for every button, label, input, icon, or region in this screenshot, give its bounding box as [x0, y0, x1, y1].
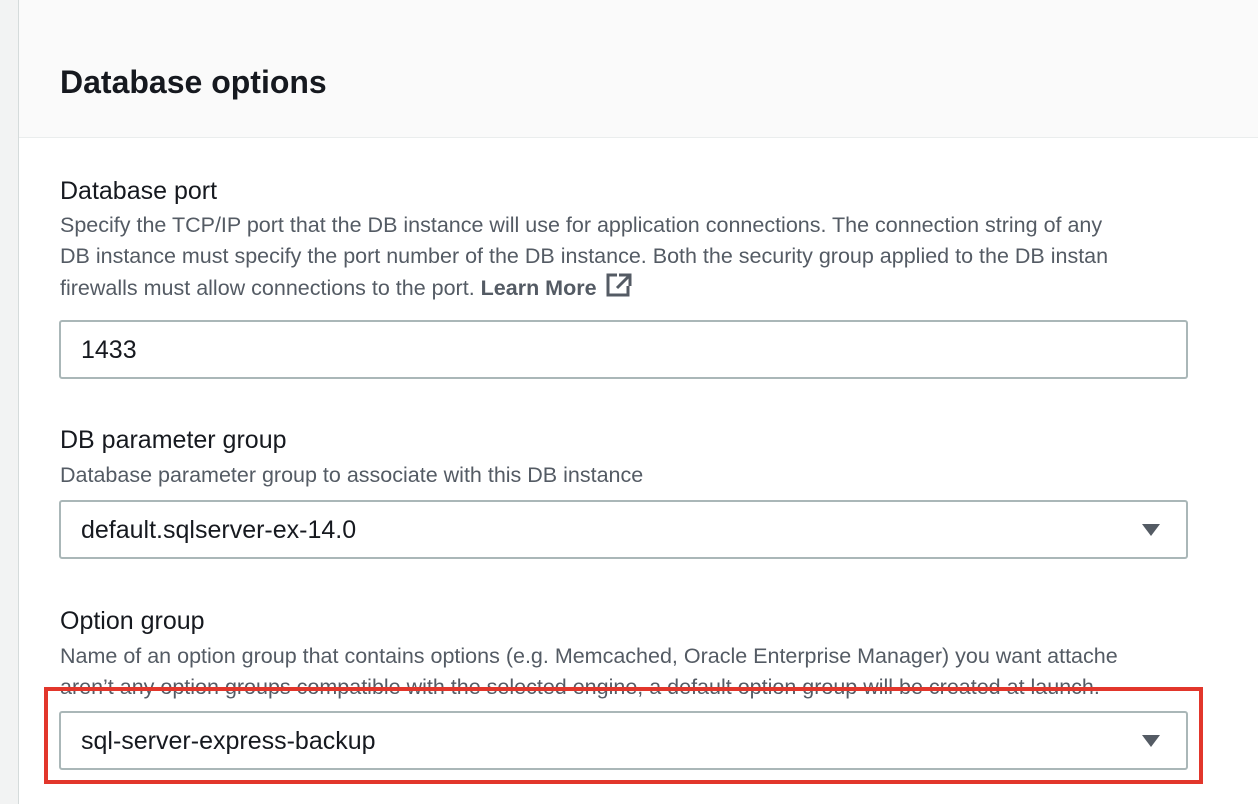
db-parameter-group-label: DB parameter group	[60, 426, 287, 454]
caret-down-icon[interactable]	[1142, 735, 1160, 747]
db-parameter-group-field: DB parameter group	[60, 424, 287, 456]
option-group-description: Name of an option group that contains op…	[60, 641, 1118, 703]
caret-down-icon[interactable]	[1142, 524, 1160, 536]
description-line: Name of an option group that contains op…	[60, 644, 1118, 668]
database-port-description: Specify the TCP/IP port that the DB inst…	[60, 210, 1108, 307]
database-port-field: Database port	[60, 175, 217, 207]
database-port-value: 1433	[81, 336, 137, 364]
description-line-with-link: firewalls must allow connections to the …	[60, 272, 1108, 307]
description-line: Specify the TCP/IP port that the DB inst…	[60, 213, 1103, 237]
option-group-label: Option group	[60, 607, 205, 635]
database-port-label: Database port	[60, 177, 218, 205]
db-parameter-group-description-wrap: Database parameter group to associate wi…	[60, 460, 643, 491]
description-line: aren’t any option groups compatible with…	[60, 675, 1100, 699]
database-port-input[interactable]: 1433	[59, 320, 1188, 379]
option-group-select[interactable]: sql-server-express-backup	[59, 711, 1188, 770]
db-parameter-group-select[interactable]: default.sqlserver-ex-14.0	[59, 500, 1188, 559]
description-line: firewalls must allow connections to the …	[60, 276, 475, 300]
external-link-icon[interactable]	[605, 272, 633, 307]
panel-header: Database options	[19, 0, 1258, 138]
option-group-selected: sql-server-express-backup	[81, 727, 376, 755]
section-title: Database options	[60, 64, 327, 100]
learn-more-link[interactable]: Learn More	[481, 276, 597, 300]
db-parameter-group-description: Database parameter group to associate wi…	[60, 463, 644, 487]
db-parameter-group-selected: default.sqlserver-ex-14.0	[81, 516, 357, 544]
option-group-field: Option group	[60, 605, 205, 637]
database-options-panel: Database options Database port Specify t…	[18, 0, 1258, 804]
description-line: DB instance must specify the port number…	[60, 244, 1109, 268]
